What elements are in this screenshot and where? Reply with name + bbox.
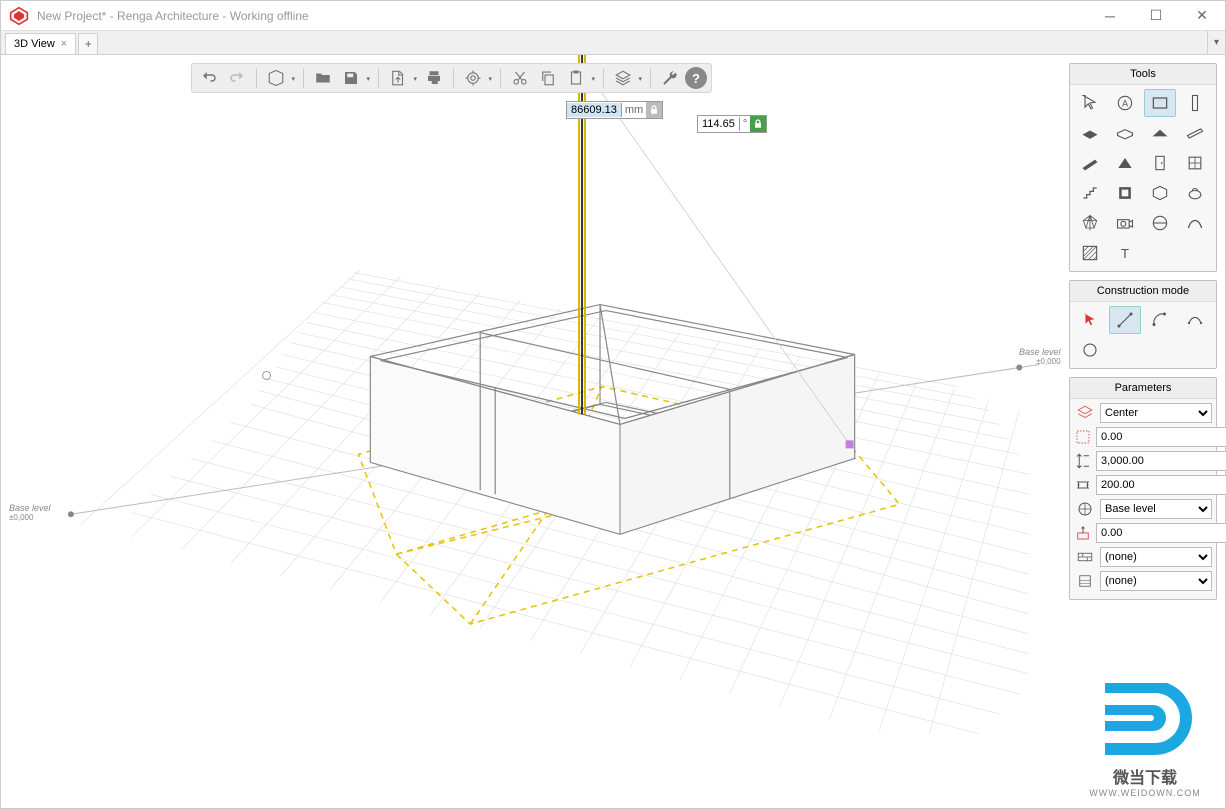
tab-close-icon[interactable]: × (61, 38, 67, 50)
tool-stair[interactable] (1074, 179, 1106, 207)
level-icon (1074, 499, 1096, 519)
mode-pick[interactable] (1074, 306, 1106, 334)
tool-wedge[interactable] (1109, 149, 1141, 177)
paste-button[interactable] (563, 65, 589, 91)
parameters-panel: Parameters Center mm mm (1069, 377, 1217, 600)
tool-polyhedron[interactable] (1074, 209, 1106, 237)
print-button[interactable] (421, 65, 447, 91)
measure-length-value[interactable]: 86609.13 (567, 103, 622, 117)
tab-label: 3D View (14, 38, 55, 50)
tools-panel-title: Tools (1070, 64, 1216, 85)
parameters-panel-title: Parameters (1070, 378, 1216, 399)
measure-angle-value[interactable]: 114.65 (698, 117, 740, 131)
mode-arc[interactable] (1144, 306, 1176, 334)
material-icon (1074, 547, 1096, 567)
new-button[interactable] (263, 65, 289, 91)
tools-panel: Tools A (1069, 63, 1217, 272)
tool-column[interactable] (1179, 89, 1211, 117)
placement-icon (1074, 403, 1096, 423)
viewport-3d[interactable] (1, 55, 1225, 809)
offset2-icon (1074, 523, 1092, 543)
tool-slab[interactable] (1109, 119, 1141, 147)
tool-floor[interactable] (1074, 119, 1106, 147)
app-logo-icon (9, 6, 29, 26)
material-select[interactable]: (none) (1100, 547, 1212, 567)
lock-icon[interactable] (750, 116, 766, 132)
thickness-icon (1074, 475, 1092, 495)
mode-panel-title: Construction mode (1070, 281, 1216, 302)
tool-ramp[interactable] (1074, 149, 1106, 177)
tool-text[interactable]: T (1109, 239, 1141, 267)
offset-icon (1074, 427, 1092, 447)
maximize-button[interactable]: ☐ (1133, 1, 1179, 31)
mode-arc3[interactable] (1179, 306, 1211, 334)
wrench-button[interactable] (657, 65, 683, 91)
offset1-input[interactable] (1096, 427, 1226, 447)
cut-button[interactable] (507, 65, 533, 91)
tab-3d-view[interactable]: 3D View × (5, 33, 76, 54)
tool-hatch[interactable] (1074, 239, 1106, 267)
tool-wall[interactable] (1144, 89, 1176, 117)
measure-angle-unit: ° (740, 117, 750, 131)
mode-line[interactable] (1109, 306, 1141, 334)
window-title: New Project* - Renga Architecture - Work… (37, 9, 1087, 23)
height-icon (1074, 451, 1092, 471)
tool-opening[interactable] (1109, 179, 1141, 207)
tool-section[interactable] (1144, 209, 1176, 237)
measure-length: 86609.13 mm (566, 101, 663, 119)
copy-button[interactable] (535, 65, 561, 91)
tool-curve[interactable] (1179, 209, 1211, 237)
height-input[interactable] (1096, 451, 1226, 471)
placement-select[interactable]: Center (1100, 403, 1212, 423)
measure-angle: 114.65 ° (697, 115, 767, 133)
tool-camera[interactable] (1109, 209, 1141, 237)
watermark: 微当下载 WWW.WEIDOWN.COM (1085, 683, 1205, 798)
offset2-input[interactable] (1096, 523, 1226, 543)
minimize-button[interactable]: ─ (1087, 1, 1133, 31)
tab-add-button[interactable]: + (78, 33, 98, 54)
base-level-label-left: Base level ±0,000 (9, 503, 51, 522)
base-level-label-right: Base level ±0,000 (1019, 347, 1061, 366)
tool-door[interactable] (1144, 149, 1176, 177)
layers-button[interactable] (610, 65, 636, 91)
lock-icon[interactable] (646, 102, 662, 118)
thickness-input[interactable] (1096, 475, 1226, 495)
tool-beam[interactable] (1179, 119, 1211, 147)
mode-circle[interactable] (1074, 336, 1106, 364)
save-button[interactable] (338, 65, 364, 91)
tool-plumbing[interactable] (1179, 179, 1211, 207)
style-select[interactable]: (none) (1100, 571, 1212, 591)
main-toolbar: ? (191, 63, 712, 93)
undo-button[interactable] (196, 65, 222, 91)
measure-length-unit: mm (622, 103, 646, 117)
tab-menu-dropdown[interactable]: ▾ (1207, 31, 1225, 54)
tool-window[interactable] (1179, 149, 1211, 177)
redo-button[interactable] (224, 65, 250, 91)
tool-furniture[interactable] (1144, 179, 1176, 207)
settings-button[interactable] (460, 65, 486, 91)
open-button[interactable] (310, 65, 336, 91)
help-button[interactable]: ? (685, 67, 707, 89)
level-select[interactable]: Base level (1100, 499, 1212, 519)
tool-select[interactable] (1074, 89, 1106, 117)
construction-mode-panel: Construction mode (1069, 280, 1217, 369)
tool-annotation[interactable]: A (1109, 89, 1141, 117)
export-button[interactable] (385, 65, 411, 91)
svg-text:T: T (1121, 246, 1129, 261)
style-icon (1074, 571, 1096, 591)
close-button[interactable]: ✕ (1179, 1, 1225, 31)
tool-roof-flat[interactable] (1144, 119, 1176, 147)
svg-text:A: A (1122, 98, 1129, 108)
